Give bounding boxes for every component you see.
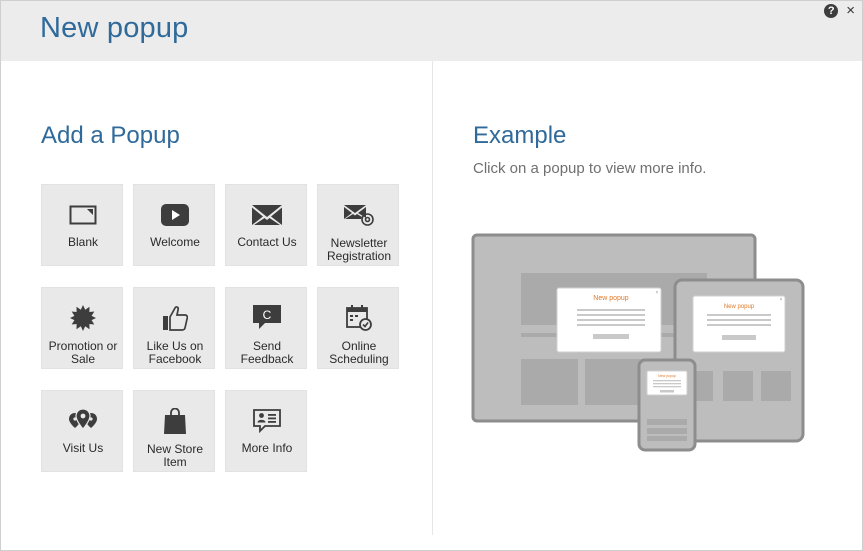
envelope-icon [226,201,308,229]
tile-label: Contact Us [237,235,297,249]
starburst-icon [42,304,124,332]
example-subtitle: Click on a popup to view more info. [473,160,707,177]
tile-blank[interactable]: Blank [41,184,123,266]
map-pins-icon [42,407,124,435]
tile-label: Newsletter Registration [326,236,392,263]
tile-label: Welcome [150,235,200,249]
tile-label: Visit Us [62,441,104,455]
tile-label: Send Feedback [240,339,294,366]
dialog-header: New popup ? × [1,1,862,61]
add-popup-heading: Add a Popup [41,122,180,149]
column-divider [432,61,433,535]
tile-label: New Store Item [146,442,204,469]
desktop-popup-title: New popup [593,295,629,302]
tile-newsletter-registration[interactable]: Newsletter Registration [317,184,399,266]
tablet-popup-title: New popup [724,304,755,310]
tile-label: Promotion or Sale [48,339,118,366]
play-icon [134,201,216,229]
tile-online-scheduling[interactable]: Online Scheduling [317,287,399,369]
tile-label: Online Scheduling [329,339,389,366]
shopping-bag-icon [134,407,216,435]
blank-window-icon [42,201,124,229]
svg-text:C: C [263,308,272,322]
tile-promotion-or-sale[interactable]: Promotion or Sale [41,287,123,369]
tile-welcome[interactable]: Welcome [133,184,215,266]
calendar-check-icon [318,304,400,332]
help-icon[interactable]: ? [824,4,839,18]
new-popup-dialog: New popup ? × Add a Popup Blank Welcome … [0,0,863,551]
dialog-title: New popup [40,12,189,44]
header-buttons: ? × [824,3,855,18]
envelope-at-icon [318,201,400,229]
info-card-icon [226,407,308,435]
thumbs-up-icon [134,304,216,332]
tile-send-feedback[interactable]: C Send Feedback [225,287,307,369]
tile-label: More Info [241,441,293,455]
close-icon[interactable]: × [846,3,855,18]
tile-label: Blank [67,235,99,249]
tile-contact-us[interactable]: Contact Us [225,184,307,266]
tile-visit-us[interactable]: Visit Us [41,390,123,472]
speech-bubble-icon: C [226,304,308,332]
tile-new-store-item[interactable]: New Store Item [133,390,215,472]
tile-more-info[interactable]: More Info [225,390,307,472]
svg-text:×: × [656,290,659,296]
phone-popup-title: New popup [658,374,676,378]
tile-label: Like Us on Facebook [146,339,204,366]
example-heading: Example [473,122,567,149]
svg-text:×: × [780,297,783,303]
example-illustration: New popup × New popup × New popup [471,233,805,452]
tile-like-us-on-facebook[interactable]: Like Us on Facebook [133,287,215,369]
